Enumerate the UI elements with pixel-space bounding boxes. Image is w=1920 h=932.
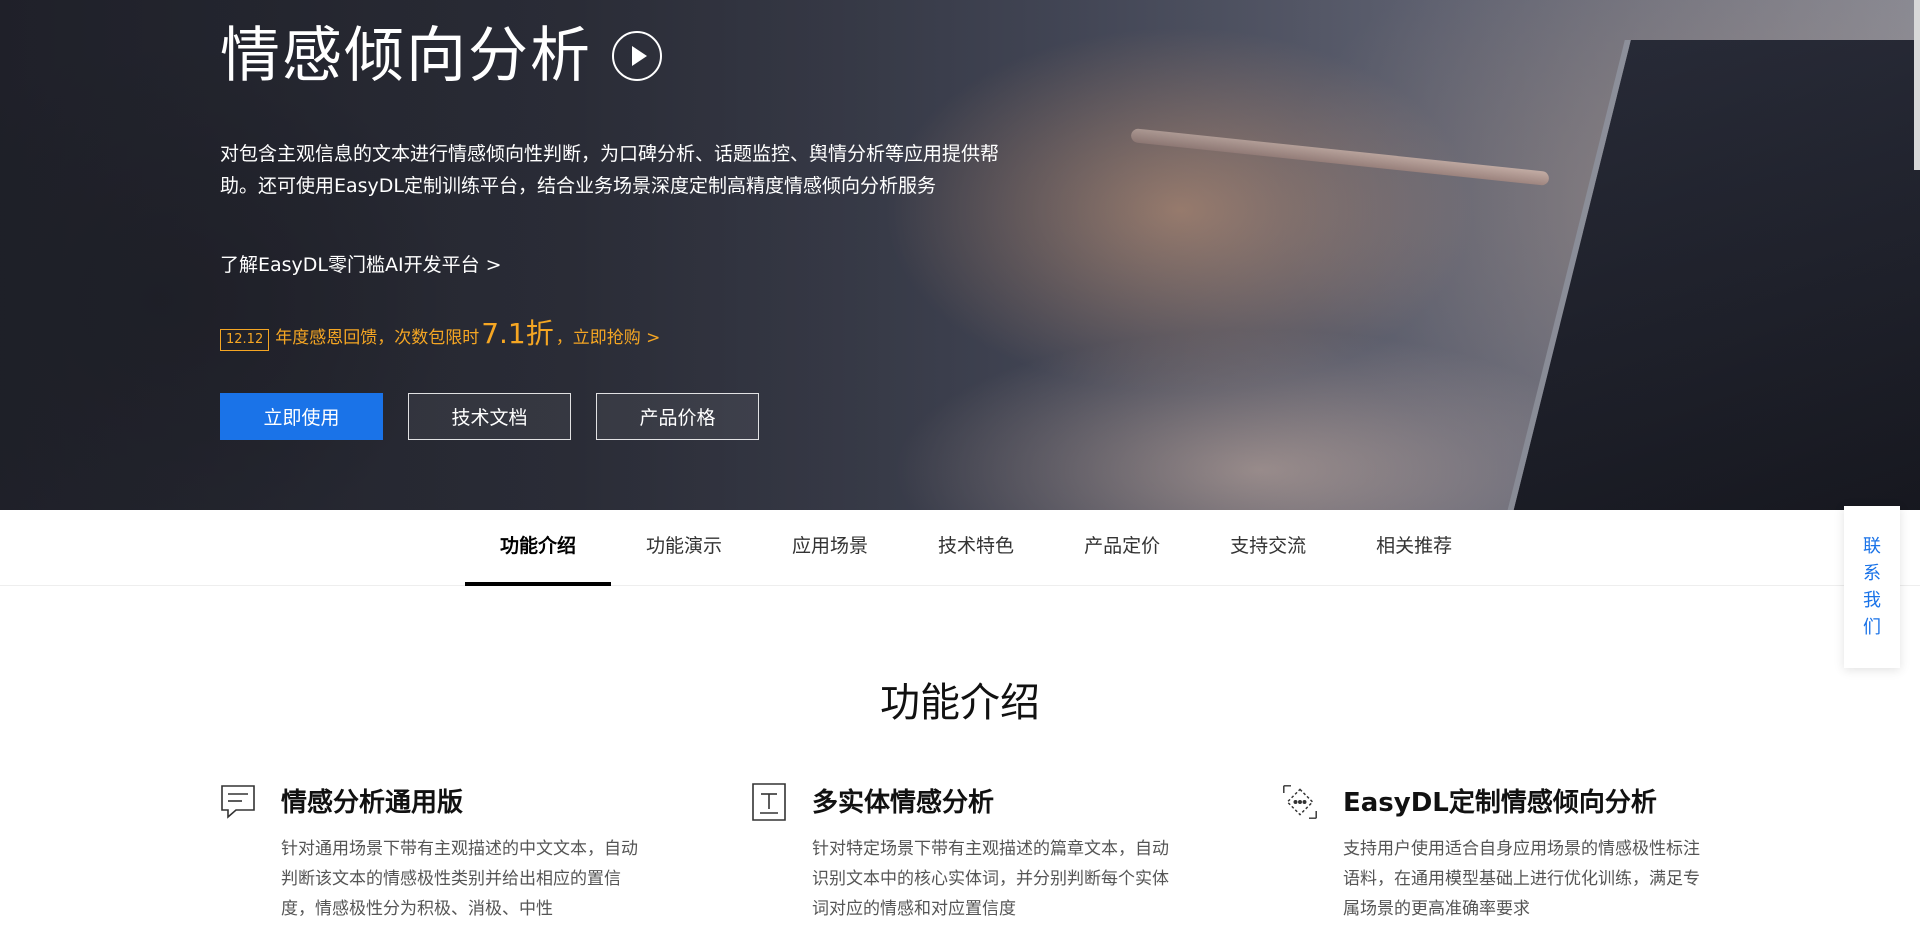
tab-related[interactable]: 相关推荐	[1341, 510, 1487, 586]
docs-button[interactable]: 技术文档	[408, 393, 571, 440]
tab-features[interactable]: 功能介绍	[465, 510, 612, 586]
play-icon	[631, 46, 647, 66]
hero-buttons: 立即使用 技术文档 产品价格	[220, 393, 759, 440]
contact-char: 系	[1863, 563, 1881, 584]
feature-list: 情感分析通用版 针对通用场景下带有主观描述的中文文本，自动判断该文本的情感极性类…	[220, 780, 1813, 924]
feature-item: EasyDL定制情感倾向分析 支持用户使用适合自身应用场景的情感极性标注语料，在…	[1282, 780, 1813, 924]
page-scrollbar[interactable]	[1914, 0, 1920, 170]
hero-banner: 情感倾向分析 对包含主观信息的文本进行情感倾向性判断，为口碑分析、话题监控、舆情…	[0, 0, 1920, 510]
feature-text: 针对特定场景下带有主观描述的篇章文本，自动识别文本中的核心实体词，并分别判断每个…	[812, 839, 1169, 919]
section-tabs: 功能介绍 功能演示 应用场景 技术特色 产品定价 支持交流 相关推荐	[0, 510, 1920, 586]
tab-demo[interactable]: 功能演示	[611, 510, 757, 586]
feature-item: 情感分析通用版 针对通用场景下带有主观描述的中文文本，自动判断该文本的情感极性类…	[220, 780, 751, 924]
pricing-button[interactable]: 产品价格	[596, 393, 759, 440]
contact-char: 我	[1863, 590, 1881, 611]
tab-support[interactable]: 支持交流	[1195, 510, 1341, 586]
promo-buy-link[interactable]: ，立即抢购 >	[556, 323, 661, 348]
promo-banner: 12.12 年度感恩回馈，次数包限时 7.1折 ，立即抢购 >	[220, 312, 660, 352]
page-title: 情感倾向分析	[220, 21, 592, 91]
chat-bubble-icon	[221, 785, 255, 819]
tab-tech[interactable]: 技术特色	[903, 510, 1049, 586]
section-title: 功能介绍	[880, 680, 1040, 726]
hero-title-row: 情感倾向分析	[220, 18, 662, 94]
feature-item: 多实体情感分析 针对特定场景下带有主观描述的篇章文本，自动识别文本中的核心实体词…	[751, 780, 1282, 924]
feature-title: 多实体情感分析	[812, 788, 995, 818]
feature-text: 针对通用场景下带有主观描述的中文文本，自动判断该文本的情感极性类别并给出相应的置…	[281, 839, 638, 919]
easydl-link[interactable]: 了解EasyDL零门槛AI开发平台 >	[220, 250, 502, 277]
feature-text: 支持用户使用适合自身应用场景的情感极性标注语料，在通用模型基础上进行优化训练，满…	[1343, 839, 1700, 919]
promo-discount: 7.1折	[481, 317, 554, 350]
hero-description: 对包含主观信息的文本进行情感倾向性判断，为口碑分析、话题监控、舆情分析等应用提供…	[220, 143, 1000, 197]
use-now-button[interactable]: 立即使用	[220, 393, 383, 440]
feature-title: EasyDL定制情感倾向分析	[1343, 788, 1657, 818]
promo-text: 年度感恩回馈，次数包限时	[275, 328, 480, 348]
contact-char: 联	[1863, 536, 1881, 557]
tab-scenarios[interactable]: 应用场景	[757, 510, 903, 586]
promo-date-badge: 12.12	[220, 329, 270, 351]
contact-us-button[interactable]: 联 系 我 们	[1844, 506, 1900, 668]
feature-title: 情感分析通用版	[281, 788, 464, 818]
contact-char: 们	[1863, 617, 1881, 638]
tab-pricing[interactable]: 产品定价	[1049, 510, 1195, 586]
text-document-icon	[752, 783, 786, 821]
play-video-button[interactable]	[612, 31, 662, 81]
custom-tag-icon	[1283, 785, 1317, 819]
